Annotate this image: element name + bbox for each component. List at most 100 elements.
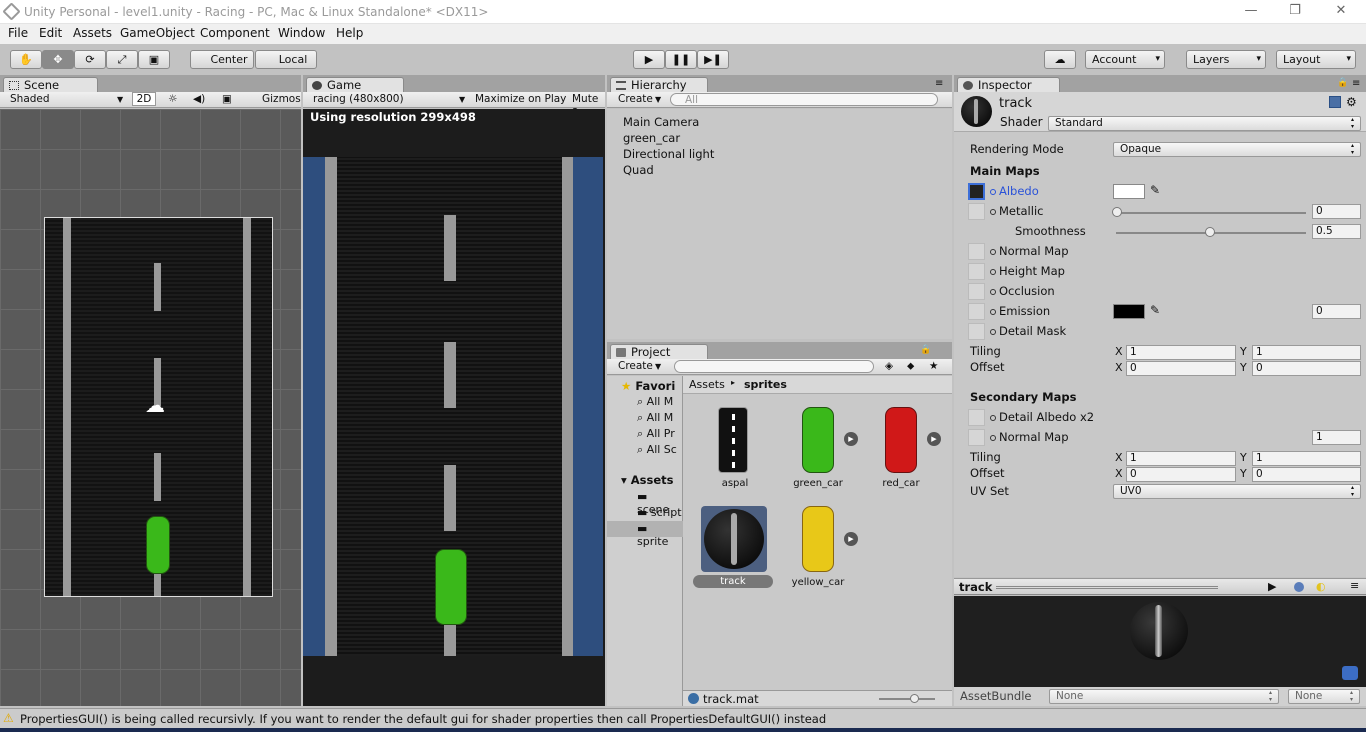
emission-texture-slot[interactable] [968, 303, 985, 320]
asset-red-car[interactable]: red_car [868, 404, 934, 494]
tiling-x-field[interactable]: 1 [1126, 345, 1236, 360]
secondary-normal-map-slot[interactable] [968, 429, 985, 446]
aspect-dropdown[interactable]: racing (480x800) [313, 93, 404, 105]
step-button[interactable]: ▶❚ [697, 50, 729, 69]
hierarchy-search-input[interactable]: All [670, 93, 938, 106]
albedo-color-swatch[interactable] [1113, 184, 1145, 199]
assets-root-folder[interactable]: ▾ Assets [621, 473, 674, 487]
smoothness-slider-knob[interactable] [1205, 227, 1215, 237]
maximize-on-play-toggle[interactable]: Maximize on Play [475, 93, 566, 105]
move-tool-icon[interactable]: ✥ [42, 50, 74, 69]
pivot-center-button[interactable]: Center [190, 50, 254, 69]
sec-offset-y-field[interactable]: 0 [1252, 467, 1361, 482]
breadcrumb-sprites[interactable]: sprites [744, 378, 787, 391]
panel-menu-icon[interactable]: ≡ [1352, 78, 1360, 89]
detail-albedo-texture-slot[interactable] [968, 409, 985, 426]
scene-view[interactable]: ☁ [0, 109, 301, 706]
shader-dropdown[interactable]: Standard [1048, 116, 1361, 131]
layers-dropdown[interactable]: Layers [1186, 50, 1266, 69]
close-button[interactable]: ✕ [1331, 3, 1351, 18]
asset-yellow-car[interactable]: yellow_car [785, 504, 851, 590]
account-dropdown[interactable]: Account [1085, 50, 1165, 69]
menu-edit[interactable]: Edit [39, 26, 62, 40]
favorite-item[interactable]: ⌕ All M [637, 411, 673, 425]
breadcrumb-assets[interactable]: Assets [689, 378, 725, 391]
sec-offset-x-field[interactable]: 0 [1126, 467, 1236, 482]
lock-icon[interactable]: 🔒 [920, 345, 931, 355]
gizmos-dropdown[interactable]: Gizmos [262, 93, 301, 105]
sec-tiling-x-field[interactable]: 1 [1126, 451, 1236, 466]
panel-menu-icon[interactable]: ≡ [1350, 579, 1359, 592]
material-preview[interactable] [954, 596, 1366, 687]
play-button[interactable]: ▶ [633, 50, 665, 69]
shading-mode-dropdown[interactable]: Shaded [10, 93, 50, 105]
hand-tool-icon[interactable]: ✋ [10, 50, 42, 69]
scene-green-car[interactable] [146, 516, 170, 574]
albedo-texture-slot[interactable] [968, 183, 985, 200]
hierarchy-item[interactable]: green_car [623, 131, 680, 145]
lighting-icon[interactable]: ☼ [168, 93, 177, 105]
sphere-preview-icon[interactable] [1294, 582, 1304, 592]
directional-light-icon[interactable]: ☁ [145, 393, 165, 417]
favorite-item[interactable]: ⌕ All Pr [637, 427, 675, 441]
metallic-slider-knob[interactable] [1112, 207, 1122, 217]
metallic-slider[interactable] [1116, 212, 1306, 214]
pause-button[interactable]: ❚❚ [665, 50, 697, 69]
metallic-value-field[interactable]: 0 [1312, 204, 1361, 219]
favorite-item[interactable]: ⌕ All M [637, 395, 673, 409]
eyedropper-icon[interactable]: ✎ [1150, 303, 1160, 317]
help-book-icon[interactable] [1329, 96, 1341, 108]
tiling-y-field[interactable]: 1 [1252, 345, 1361, 360]
uv-set-dropdown[interactable]: UV0 [1113, 484, 1361, 499]
panel-menu-icon[interactable]: ≡ [935, 78, 943, 89]
expand-arrow-icon[interactable]: ▶ [927, 432, 941, 446]
menu-file[interactable]: File [8, 26, 28, 40]
folder-item[interactable]: ▬ script [637, 506, 682, 519]
offset-x-field[interactable]: 0 [1126, 361, 1236, 376]
assetbundle-variant-dropdown[interactable]: None [1288, 689, 1360, 704]
layout-dropdown[interactable]: Layout [1276, 50, 1356, 69]
hierarchy-item[interactable]: Main Camera [623, 115, 699, 129]
sec-tiling-y-field[interactable]: 1 [1252, 451, 1361, 466]
play-preview-icon[interactable]: ▶ [1268, 580, 1276, 593]
project-search-input[interactable] [674, 360, 874, 373]
metallic-texture-slot[interactable] [968, 203, 985, 220]
restore-button[interactable]: ❐ [1285, 3, 1305, 18]
asset-aspal[interactable]: aspal [702, 404, 768, 494]
detail-mask-texture-slot[interactable] [968, 323, 985, 340]
menu-component[interactable]: Component [200, 26, 270, 40]
lock-icon[interactable]: 🔒 [1337, 78, 1348, 88]
filter-type-icon[interactable]: ◈ [885, 360, 893, 372]
filter-label-icon[interactable]: ⬥ [907, 360, 914, 373]
menu-gameobject[interactable]: GameObject [120, 26, 195, 40]
rect-tool-icon[interactable]: ▣ [138, 50, 170, 69]
zoom-slider[interactable] [879, 698, 935, 700]
rendering-mode-dropdown[interactable]: Opaque [1113, 142, 1361, 157]
eyedropper-icon[interactable]: ✎ [1150, 183, 1160, 197]
rotate-tool-icon[interactable]: ⟳ [74, 50, 106, 69]
normal-map-texture-slot[interactable] [968, 243, 985, 260]
favorites-header[interactable]: ★ Favori [621, 379, 675, 393]
secondary-normal-scale-field[interactable]: 1 [1312, 430, 1361, 445]
emission-value-field[interactable]: 0 [1312, 304, 1361, 319]
favorite-item[interactable]: ⌕ All Sc [637, 443, 677, 457]
minimize-button[interactable]: — [1241, 3, 1261, 18]
status-bar[interactable]: ⚠ PropertiesGUI() is being called recurs… [0, 708, 1366, 728]
menu-help[interactable]: Help [336, 26, 363, 40]
zoom-slider-knob[interactable] [910, 694, 919, 703]
asset-green-car[interactable]: green_car [785, 404, 851, 494]
folder-item-selected[interactable]: ▬ sprite [637, 522, 682, 548]
favorite-star-icon[interactable]: ★ [929, 360, 938, 372]
pivot-local-button[interactable]: Local [255, 50, 317, 69]
emission-color-swatch[interactable] [1113, 304, 1145, 319]
offset-y-field[interactable]: 0 [1252, 361, 1361, 376]
audio-icon[interactable]: ◀) [193, 93, 205, 105]
occlusion-texture-slot[interactable] [968, 283, 985, 300]
gear-icon[interactable]: ⚙ [1346, 95, 1357, 109]
height-map-texture-slot[interactable] [968, 263, 985, 280]
2d-toggle[interactable]: 2D [132, 92, 156, 106]
menu-window[interactable]: Window [278, 26, 325, 40]
label-tag-icon[interactable] [1342, 666, 1358, 680]
light-toggle-icon[interactable]: ◐ [1316, 580, 1326, 593]
cloud-icon[interactable]: ☁ [1044, 50, 1076, 69]
